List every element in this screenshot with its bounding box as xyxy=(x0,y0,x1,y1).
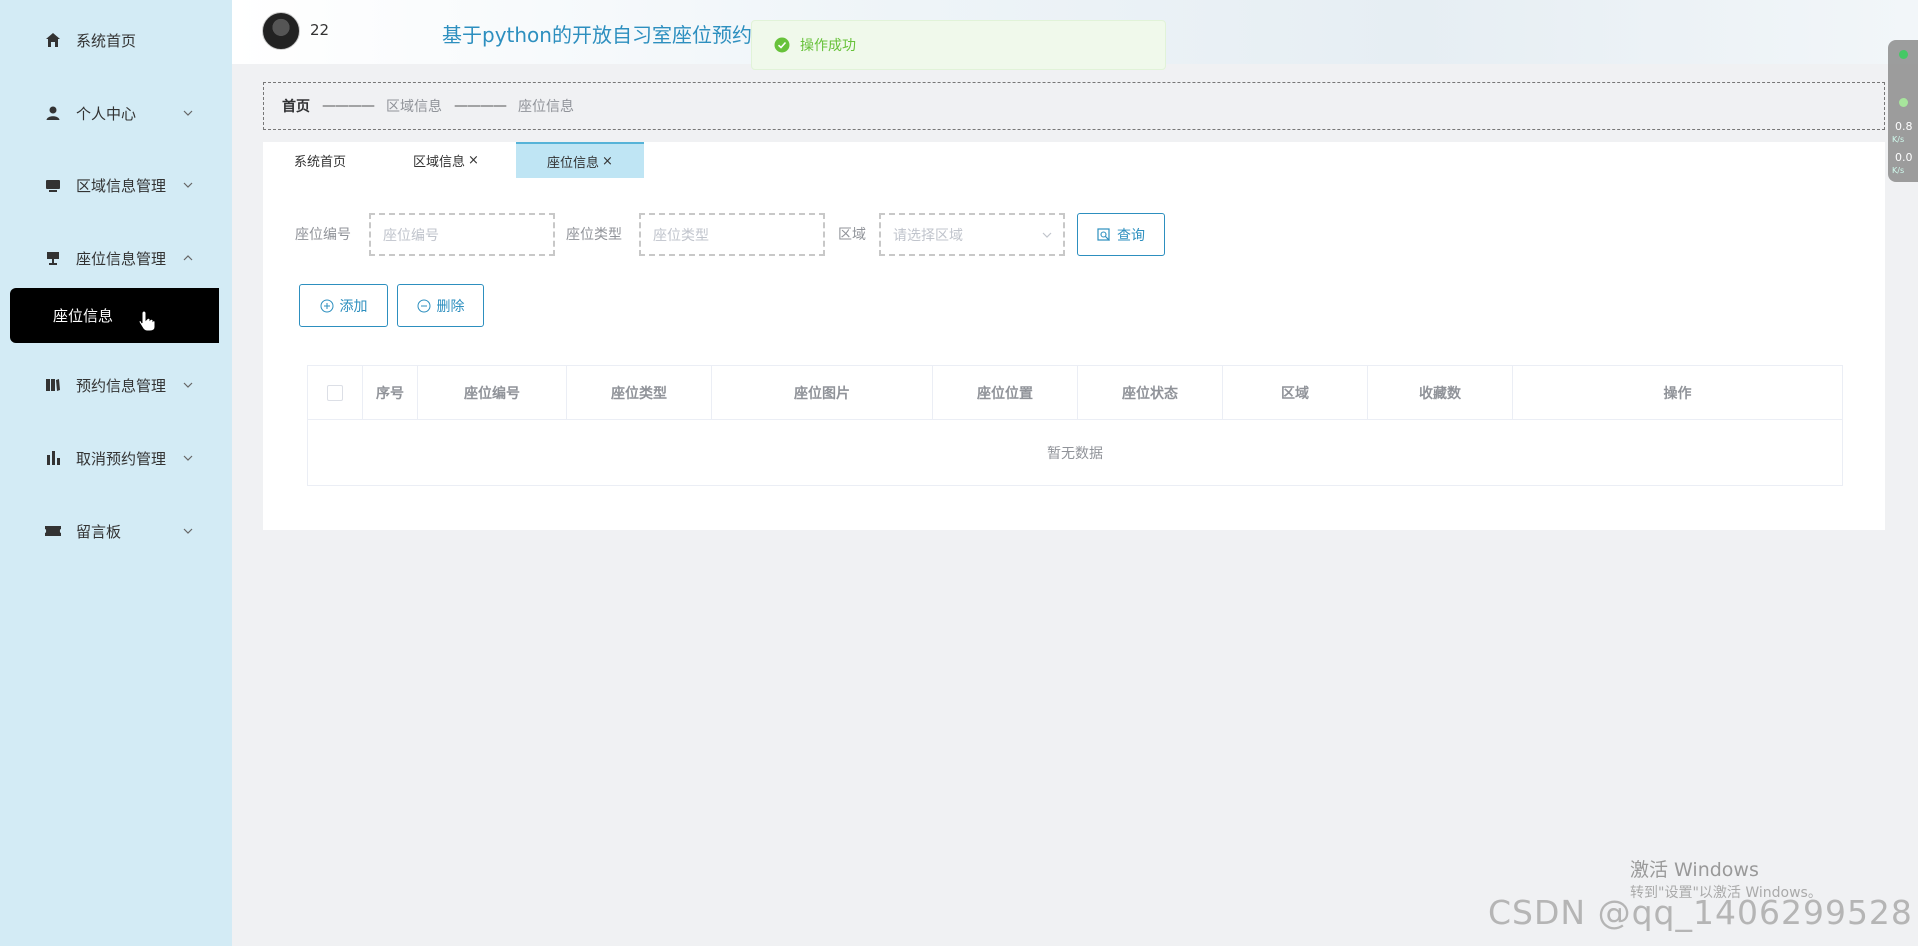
breadcrumb-separator: ———— xyxy=(454,98,507,114)
sidebar-subitem-seat-info[interactable]: 座位信息 xyxy=(10,288,219,343)
delete-button[interactable]: 删除 xyxy=(397,284,484,327)
plus-circle-icon xyxy=(320,299,334,313)
download-speed: 0.0 xyxy=(1895,151,1913,164)
seat-type-label: 座位类型 xyxy=(566,227,622,243)
sidebar-item-label: 留言板 xyxy=(76,522,122,541)
search-icon xyxy=(1097,227,1111,242)
seat-type-input[interactable]: 座位类型 xyxy=(639,213,825,256)
sidebar-item-label: 系统首页 xyxy=(76,31,137,50)
table-empty-text: 暂无数据 xyxy=(1047,446,1103,462)
windows-activate-title: 激活 Windows xyxy=(1630,859,1759,881)
download-unit: K/s xyxy=(1892,166,1905,175)
sidebar-item-label: 预约信息管理 xyxy=(76,376,167,395)
check-circle-icon xyxy=(774,37,790,53)
status-dot-icon xyxy=(1899,98,1908,107)
network-speed-widget[interactable]: 0.8 K/s 0.0 K/s xyxy=(1888,40,1918,182)
query-button-label: 查询 xyxy=(1117,227,1145,244)
seat-no-placeholder: 座位编号 xyxy=(383,227,439,244)
column-header: 座位编号 xyxy=(418,366,567,419)
sidebar-item-message-board[interactable]: 留言板 xyxy=(0,511,232,551)
column-header: 收藏数 xyxy=(1368,366,1513,419)
upload-speed: 0.8 xyxy=(1895,120,1913,133)
sidebar-item-seat-management[interactable]: 座位信息管理 xyxy=(0,238,232,278)
seat-no-label: 座位编号 xyxy=(295,227,351,243)
toast-message: 操作成功 xyxy=(800,38,856,54)
sidebar: 系统首页 个人中心 区域信息管理 座位信息管理 座位信息 预约信息管理 取消预约… xyxy=(0,0,232,946)
delete-button-label: 删除 xyxy=(436,298,465,315)
tab-home[interactable]: 系统首页 xyxy=(294,142,346,178)
sidebar-item-profile[interactable]: 个人中心 xyxy=(0,93,232,133)
add-button-label: 添加 xyxy=(339,298,368,315)
sidebar-item-label: 个人中心 xyxy=(76,104,137,123)
ticket-icon xyxy=(44,522,62,540)
tab-area-info[interactable]: 区域信息 × xyxy=(413,142,479,178)
sidebar-item-label: 座位信息管理 xyxy=(76,249,167,268)
sidebar-item-label: 区域信息管理 xyxy=(76,176,167,195)
seat-no-input[interactable]: 座位编号 xyxy=(369,213,555,256)
select-all-cell xyxy=(308,366,363,419)
minus-circle-icon xyxy=(417,299,431,313)
column-header: 操作 xyxy=(1663,385,1692,402)
chevron-down-icon xyxy=(182,452,194,464)
book-icon xyxy=(44,376,62,394)
sidebar-item-home[interactable]: 系统首页 xyxy=(0,20,232,60)
monitor-icon xyxy=(44,176,62,194)
area-select[interactable]: 请选择区域 xyxy=(879,213,1065,256)
column-header: 座位位置 xyxy=(933,366,1078,419)
seat-table: 序号 座位编号 座位类型 座位图片 座位位置 座位状态 区域 收藏数 操作 暂无… xyxy=(307,365,1843,486)
column-header: 序号 xyxy=(363,366,418,419)
username: 22 xyxy=(310,21,330,39)
chevron-down-icon xyxy=(182,107,194,119)
bar-chart-icon xyxy=(44,449,62,467)
sidebar-item-booking-management[interactable]: 预约信息管理 xyxy=(0,365,232,405)
breadcrumb-separator: ———— xyxy=(322,98,375,114)
tab-label: 系统首页 xyxy=(294,154,347,170)
table-header: 序号 座位编号 座位类型 座位图片 座位位置 座位状态 区域 收藏数 操作 xyxy=(308,366,1842,420)
tab-seat-info[interactable]: 座位信息 × xyxy=(516,142,644,178)
avatar[interactable] xyxy=(262,12,300,50)
column-header: 座位图片 xyxy=(712,366,933,419)
status-dot-icon xyxy=(1899,50,1908,59)
close-icon[interactable]: × xyxy=(602,154,613,169)
breadcrumb-seat-info: 座位信息 xyxy=(518,99,574,115)
upload-unit: K/s xyxy=(1892,135,1905,144)
chevron-down-icon xyxy=(182,525,194,537)
column-header: 座位类型 xyxy=(567,366,712,419)
close-icon[interactable]: × xyxy=(468,153,479,168)
site-title: 基于python的开放自习室座位预约 xyxy=(442,23,752,47)
breadcrumb: 首页 ———— 区域信息 ———— 座位信息 xyxy=(263,82,1885,130)
sidebar-item-area-management[interactable]: 区域信息管理 xyxy=(0,165,232,205)
seat-icon xyxy=(44,249,62,267)
breadcrumb-home[interactable]: 首页 xyxy=(282,96,310,116)
chevron-down-icon xyxy=(182,179,194,191)
csdn-watermark: CSDN @qq_1406299528 xyxy=(1488,893,1913,932)
add-button[interactable]: 添加 xyxy=(299,284,388,327)
chevron-up-icon xyxy=(182,252,194,264)
area-placeholder: 请选择区域 xyxy=(893,227,963,244)
tab-label: 区域信息 xyxy=(413,154,466,170)
select-all-checkbox[interactable] xyxy=(327,384,343,401)
column-header: 区域 xyxy=(1223,366,1368,419)
sidebar-item-label: 取消预约管理 xyxy=(76,449,167,468)
chevron-down-icon xyxy=(1041,229,1053,241)
tab-label: 座位信息 xyxy=(547,155,600,171)
success-toast: 操作成功 xyxy=(751,20,1166,70)
area-label: 区域 xyxy=(838,227,866,243)
sidebar-item-cancel-management[interactable]: 取消预约管理 xyxy=(0,438,232,478)
query-button[interactable]: 查询 xyxy=(1077,213,1165,256)
user-icon xyxy=(44,104,62,122)
sidebar-subitem-label: 座位信息 xyxy=(53,307,114,325)
breadcrumb-area-info[interactable]: 区域信息 xyxy=(386,96,442,116)
hand-cursor-icon xyxy=(138,310,156,336)
chevron-down-icon xyxy=(182,379,194,391)
column-header: 座位状态 xyxy=(1078,366,1223,419)
home-icon xyxy=(44,31,62,49)
seat-type-placeholder: 座位类型 xyxy=(653,227,709,244)
